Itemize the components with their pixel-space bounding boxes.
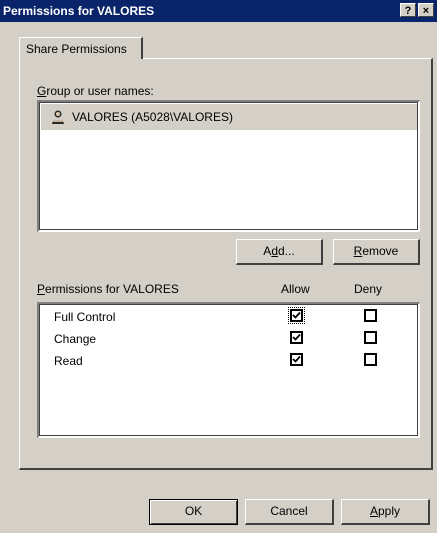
permission-name: Change <box>54 332 97 346</box>
group-user-list[interactable]: VALORES (A5028\VALORES) <box>37 100 420 232</box>
permissions-label-text: ermissions for VALORES <box>45 282 179 296</box>
allow-column-header: Allow <box>281 282 310 296</box>
read-deny-checkbox[interactable] <box>364 353 377 366</box>
add-button[interactable]: Add... <box>236 239 323 265</box>
remove-label-post: emove <box>362 244 399 258</box>
full-control-deny-checkbox[interactable] <box>364 309 377 322</box>
check-icon <box>292 311 301 319</box>
permission-name: Read <box>54 354 83 368</box>
group-list-label-text: roup or user names: <box>46 84 154 98</box>
permission-row-change: Change <box>39 327 419 349</box>
help-button[interactable]: ? <box>400 3 416 17</box>
ok-button[interactable]: OK <box>149 499 238 525</box>
add-label-post: d... <box>278 244 295 258</box>
remove-label-accel: R <box>353 244 363 258</box>
group-list-label-accel: G <box>37 84 47 98</box>
tab-share-permissions[interactable]: Share Permissions <box>19 37 143 59</box>
window-title: Permissions for VALORES <box>3 4 155 18</box>
list-item[interactable]: VALORES (A5028\VALORES) <box>41 104 417 130</box>
check-icon <box>292 333 301 341</box>
apply-label-post: pply <box>378 504 401 518</box>
apply-label-accel: A <box>369 504 378 518</box>
user-name: VALORES (A5028\VALORES) <box>72 110 233 124</box>
group-list-label: Group or user names: <box>37 84 154 98</box>
change-deny-checkbox[interactable] <box>364 331 377 344</box>
close-button[interactable]: × <box>418 3 434 17</box>
apply-button[interactable]: Apply <box>341 499 430 525</box>
permissions-label-accel: P <box>37 282 46 296</box>
permission-row-full-control: Full Control <box>39 305 419 327</box>
deny-column-header: Deny <box>354 282 383 296</box>
check-icon <box>292 355 301 363</box>
read-allow-checkbox[interactable] <box>290 353 303 366</box>
full-control-allow-checkbox[interactable] <box>288 307 305 324</box>
title-bar[interactable]: Permissions for VALORES ? × <box>0 0 437 22</box>
permissions-label: Permissions for VALORES <box>37 282 179 296</box>
change-allow-checkbox[interactable] <box>290 331 303 344</box>
permission-row-read: Read <box>39 349 419 371</box>
permissions-list[interactable]: Full Control Change Read <box>37 302 420 438</box>
permissions-dialog: Permissions for VALORES ? × Share Permis… <box>0 0 437 533</box>
remove-button[interactable]: Remove <box>333 239 420 265</box>
cancel-button[interactable]: Cancel <box>245 499 334 525</box>
permission-name: Full Control <box>54 310 116 324</box>
user-icon <box>52 110 64 124</box>
add-label-accel: d <box>271 244 278 258</box>
